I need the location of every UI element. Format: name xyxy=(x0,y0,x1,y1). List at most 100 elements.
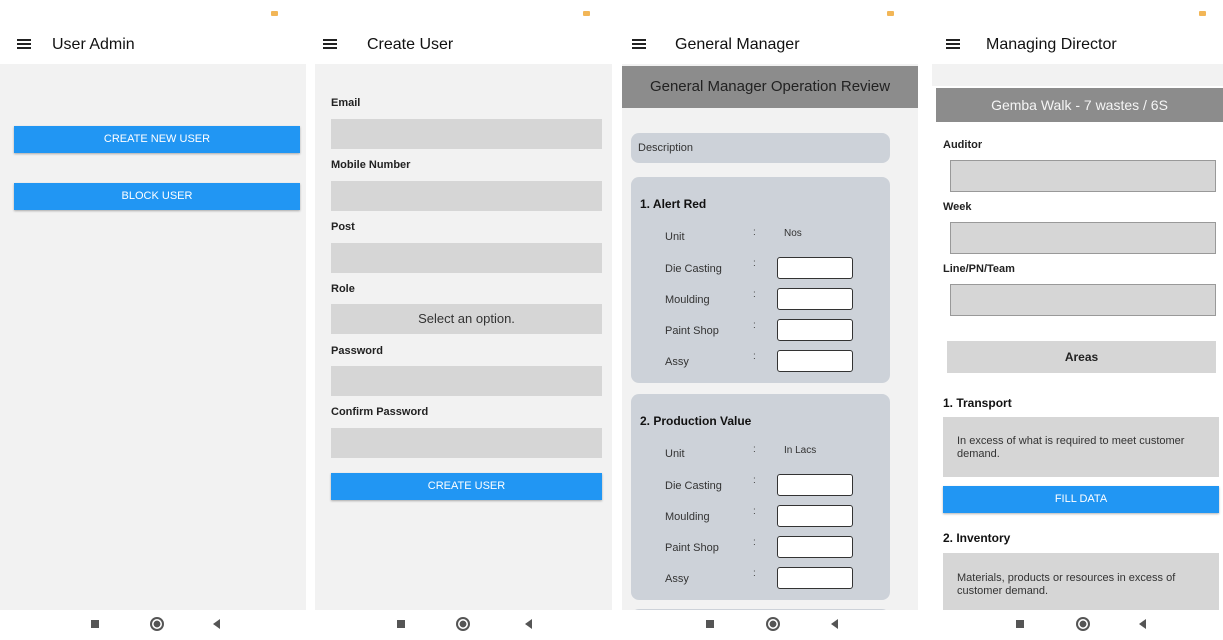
block-user-button[interactable]: BLOCK USER xyxy=(14,183,300,210)
main-content: Email Mobile Number Post Role Select an … xyxy=(315,64,612,610)
colon: : xyxy=(753,258,756,269)
assy-input[interactable] xyxy=(777,350,853,372)
managing-director-screen: Managing Director Gemba Walk - 7 wastes … xyxy=(918,0,1223,640)
colon: : xyxy=(753,320,756,331)
page-title: General Manager xyxy=(675,36,800,53)
home-icon[interactable] xyxy=(1076,617,1090,631)
paint-shop-input[interactable] xyxy=(777,319,853,341)
create-new-user-button[interactable]: CREATE NEW USER xyxy=(14,126,300,153)
gemba-header: Gemba Walk - 7 wastes / 6S xyxy=(936,88,1223,122)
mobile-label: Mobile Number xyxy=(331,159,411,171)
create-user-screen: Create User Email Mobile Number Post Rol… xyxy=(306,0,612,640)
recents-icon[interactable] xyxy=(1016,620,1024,628)
colon: : xyxy=(753,351,756,362)
unit-value: In Lacs xyxy=(784,445,817,456)
row-label: Die Casting xyxy=(665,480,722,492)
fill-data-button[interactable]: FILL DATA xyxy=(943,486,1219,513)
description-field[interactable]: Description xyxy=(631,133,890,163)
description-label: Description xyxy=(638,142,694,154)
mobile-field[interactable] xyxy=(331,181,602,211)
week-label: Week xyxy=(943,201,972,213)
role-select[interactable]: Select an option. xyxy=(331,304,602,334)
app-bar: User Admin xyxy=(0,28,306,62)
recents-icon[interactable] xyxy=(706,620,714,628)
line-label: Line/PN/Team xyxy=(943,263,1015,275)
areas-button[interactable]: Areas xyxy=(947,341,1216,373)
back-icon[interactable] xyxy=(831,619,838,629)
transport-title: 1. Transport xyxy=(943,396,1012,410)
back-icon[interactable] xyxy=(525,619,532,629)
colon: : xyxy=(753,506,756,517)
row-label: Paint Shop xyxy=(665,542,719,554)
general-manager-screen: General Manager General Manager Operatio… xyxy=(612,0,918,640)
colon: : xyxy=(753,289,756,300)
moulding-input[interactable] xyxy=(777,288,853,310)
colon: : xyxy=(753,475,756,486)
status-indicator xyxy=(887,11,894,16)
transport-description: In excess of what is required to meet cu… xyxy=(943,417,1219,477)
colon: : xyxy=(753,227,756,238)
alert-red-card: 1. Alert Red Unit : Nos Die Casting : Mo… xyxy=(631,177,890,383)
die-casting-input[interactable] xyxy=(777,257,853,279)
main-content: General Manager Operation Review Descrip… xyxy=(622,64,918,610)
app-bar: General Manager xyxy=(612,28,918,62)
row-label: Assy xyxy=(665,356,689,368)
status-indicator xyxy=(271,11,278,16)
unit-label: Unit xyxy=(665,231,685,243)
back-icon[interactable] xyxy=(213,619,220,629)
back-icon[interactable] xyxy=(1139,619,1146,629)
recents-icon[interactable] xyxy=(91,620,99,628)
create-user-button[interactable]: CREATE USER xyxy=(331,473,602,500)
row-label: Moulding xyxy=(665,294,710,306)
menu-icon[interactable] xyxy=(946,39,960,50)
status-indicator xyxy=(583,11,590,16)
assy-input[interactable] xyxy=(777,567,853,589)
inventory-description: Materials, products or resources in exce… xyxy=(943,553,1219,610)
post-field[interactable] xyxy=(331,243,602,273)
email-field[interactable] xyxy=(331,119,602,149)
user-admin-screen: User Admin CREATE NEW USER BLOCK USER xyxy=(0,0,306,640)
main-content: Gemba Walk - 7 wastes / 6S Auditor Week … xyxy=(932,64,1223,610)
paint-shop-input[interactable] xyxy=(777,536,853,558)
post-label: Post xyxy=(331,221,355,233)
status-indicator xyxy=(1199,11,1206,16)
row-label: Assy xyxy=(665,573,689,585)
password-field[interactable] xyxy=(331,366,602,396)
nav-bar xyxy=(918,610,1223,640)
email-label: Email xyxy=(331,97,361,109)
die-casting-input[interactable] xyxy=(777,474,853,496)
production-value-card: 2. Production Value Unit : In Lacs Die C… xyxy=(631,394,890,600)
page-title: User Admin xyxy=(52,36,135,53)
password-label: Password xyxy=(331,345,383,357)
confirm-password-field[interactable] xyxy=(331,428,602,458)
colon: : xyxy=(753,444,756,455)
week-field[interactable] xyxy=(950,222,1216,254)
app-bar: Create User xyxy=(306,28,612,62)
alert-red-title: 1. Alert Red xyxy=(640,197,707,211)
app-bar: Managing Director xyxy=(918,28,1223,62)
review-header: General Manager Operation Review xyxy=(622,66,918,108)
role-label: Role xyxy=(331,283,355,295)
row-label: Paint Shop xyxy=(665,325,719,337)
page-title: Create User xyxy=(367,36,454,53)
home-icon[interactable] xyxy=(766,617,780,631)
home-icon[interactable] xyxy=(150,617,164,631)
home-icon[interactable] xyxy=(456,617,470,631)
production-value-title: 2. Production Value xyxy=(640,414,752,428)
colon: : xyxy=(753,568,756,579)
menu-icon[interactable] xyxy=(323,39,337,50)
nav-bar xyxy=(0,610,306,640)
inventory-title: 2. Inventory xyxy=(943,531,1011,545)
page-title: Managing Director xyxy=(986,36,1117,53)
colon: : xyxy=(753,537,756,548)
top-strip xyxy=(932,64,1223,86)
line-field[interactable] xyxy=(950,284,1216,316)
unit-label: Unit xyxy=(665,448,685,460)
auditor-field[interactable] xyxy=(950,160,1216,192)
menu-icon[interactable] xyxy=(632,39,646,50)
confirm-password-label: Confirm Password xyxy=(331,406,429,418)
moulding-input[interactable] xyxy=(777,505,853,527)
menu-icon[interactable] xyxy=(17,39,31,50)
recents-icon[interactable] xyxy=(397,620,405,628)
unit-value: Nos xyxy=(784,228,802,239)
